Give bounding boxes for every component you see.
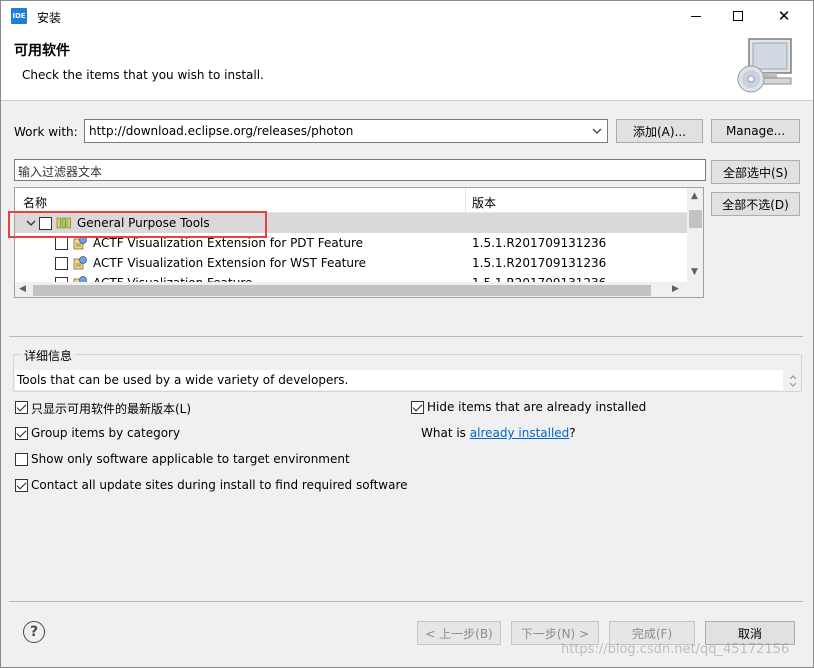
page-title: 可用软件 (14, 43, 70, 59)
row-name: ACTF Visualization Extension for PDT Fea… (93, 236, 364, 250)
horizontal-scroll-thumb[interactable] (33, 285, 651, 296)
manage-button[interactable]: Manage... (711, 119, 800, 143)
hide-installed-label: Hide items that are already installed (427, 400, 647, 414)
feature-plugin-icon (73, 236, 87, 250)
vertical-scroll-thumb[interactable] (689, 210, 702, 228)
tree-header: 名称 版本 (15, 188, 687, 213)
work-with-combo[interactable]: http://download.eclipse.org/releases/pho… (84, 119, 608, 143)
details-scroll-icon[interactable] (786, 372, 800, 390)
category-icon (56, 217, 71, 229)
scroll-right-icon[interactable]: ▶ (672, 285, 679, 294)
details-text: Tools that can be used by a wide variety… (17, 373, 349, 387)
contact-sites-checkbox[interactable] (15, 479, 28, 492)
latest-only-checkbox[interactable] (15, 401, 28, 414)
tree-row-category[interactable]: General Purpose Tools (15, 213, 687, 233)
latest-only-label: 只显示可用软件的最新版本(L) (31, 402, 192, 416)
column-header-name[interactable]: 名称 (23, 194, 47, 211)
deselect-all-button[interactable]: 全部不选(D) (711, 192, 800, 216)
back-button[interactable]: < 上一步(B) (417, 621, 501, 645)
row-name: General Purpose Tools (77, 216, 210, 230)
details-text-area[interactable]: Tools that can be used by a wide variety… (15, 370, 783, 390)
window-title: 安装 (37, 11, 62, 25)
horizontal-scrollbar[interactable]: ◀ ▶ (15, 282, 703, 297)
minimize-button[interactable] (673, 1, 719, 31)
row-version: 1.5.1.R201709131236 (472, 236, 607, 250)
app-icon: IDE (11, 8, 27, 24)
row-checkbox[interactable] (39, 217, 52, 230)
row-checkbox[interactable] (55, 257, 68, 270)
target-env-label: Show only software applicable to target … (31, 452, 350, 466)
separator (9, 336, 803, 337)
wizard-header: 可用软件 Check the items that you wish to in… (1, 31, 813, 101)
what-is-prefix: What is (421, 426, 470, 440)
add-site-button[interactable]: 添加(A)... (616, 119, 703, 143)
vertical-scrollbar[interactable]: ▲ ▼ (687, 188, 703, 282)
maximize-icon (733, 11, 743, 21)
hide-installed-checkbox[interactable] (411, 401, 424, 414)
maximize-button[interactable] (715, 1, 761, 31)
group-by-category-checkbox[interactable] (15, 427, 28, 440)
scroll-left-icon[interactable]: ◀ (19, 285, 26, 294)
page-description: Check the items that you wish to install… (22, 68, 264, 82)
already-installed-link[interactable]: already installed (470, 426, 570, 440)
tree-row-feature[interactable]: ACTF Visualization Extension for PDT Fea… (15, 233, 687, 253)
work-with-label: Work with: (14, 125, 78, 139)
group-by-category-label: Group items by category (31, 426, 181, 440)
software-tree[interactable]: 名称 版本 General Purpose Tools ACTF Visuali (14, 187, 704, 298)
contact-sites-label: Contact all update sites during install … (31, 478, 408, 492)
column-header-version[interactable]: 版本 (472, 194, 496, 211)
column-separator (465, 188, 466, 213)
work-with-value: http://download.eclipse.org/releases/pho… (89, 124, 354, 138)
scroll-down-icon[interactable]: ▼ (691, 268, 698, 277)
filter-placeholder: 输入过滤器文本 (18, 165, 103, 179)
chevron-down-icon[interactable] (25, 217, 37, 229)
what-is-suffix: ? (569, 426, 576, 440)
target-env-checkbox[interactable] (15, 453, 28, 466)
filter-input[interactable]: 输入过滤器文本 (14, 159, 706, 181)
footer-separator (9, 601, 803, 602)
row-name: ACTF Visualization Extension for WST Fea… (93, 256, 367, 270)
scroll-up-icon[interactable]: ▲ (691, 192, 698, 201)
minimize-icon (691, 15, 701, 17)
row-version: 1.5.1.R201709131236 (472, 256, 607, 270)
title-bar: IDE 安装 ✕ (1, 1, 813, 31)
details-title: 详细信息 (21, 347, 76, 364)
install-wizard-icon (737, 38, 792, 93)
select-all-button[interactable]: 全部选中(S) (711, 160, 800, 184)
install-dialog: IDE 安装 ✕ 可用软件 Check the items that you w… (0, 0, 814, 668)
tree-row-feature[interactable]: ACTF Visualization Extension for WST Fea… (15, 253, 687, 273)
close-icon: ✕ (777, 6, 791, 25)
what-is-installed-text: What is already installed? (421, 426, 576, 440)
help-icon[interactable]: ? (23, 621, 45, 643)
close-button[interactable]: ✕ (761, 1, 807, 31)
feature-plugin-icon (73, 256, 87, 270)
chevron-down-icon[interactable] (590, 124, 604, 138)
watermark-text: https://blog.csdn.net/qq_45172156 (561, 642, 790, 657)
row-checkbox[interactable] (55, 237, 68, 250)
